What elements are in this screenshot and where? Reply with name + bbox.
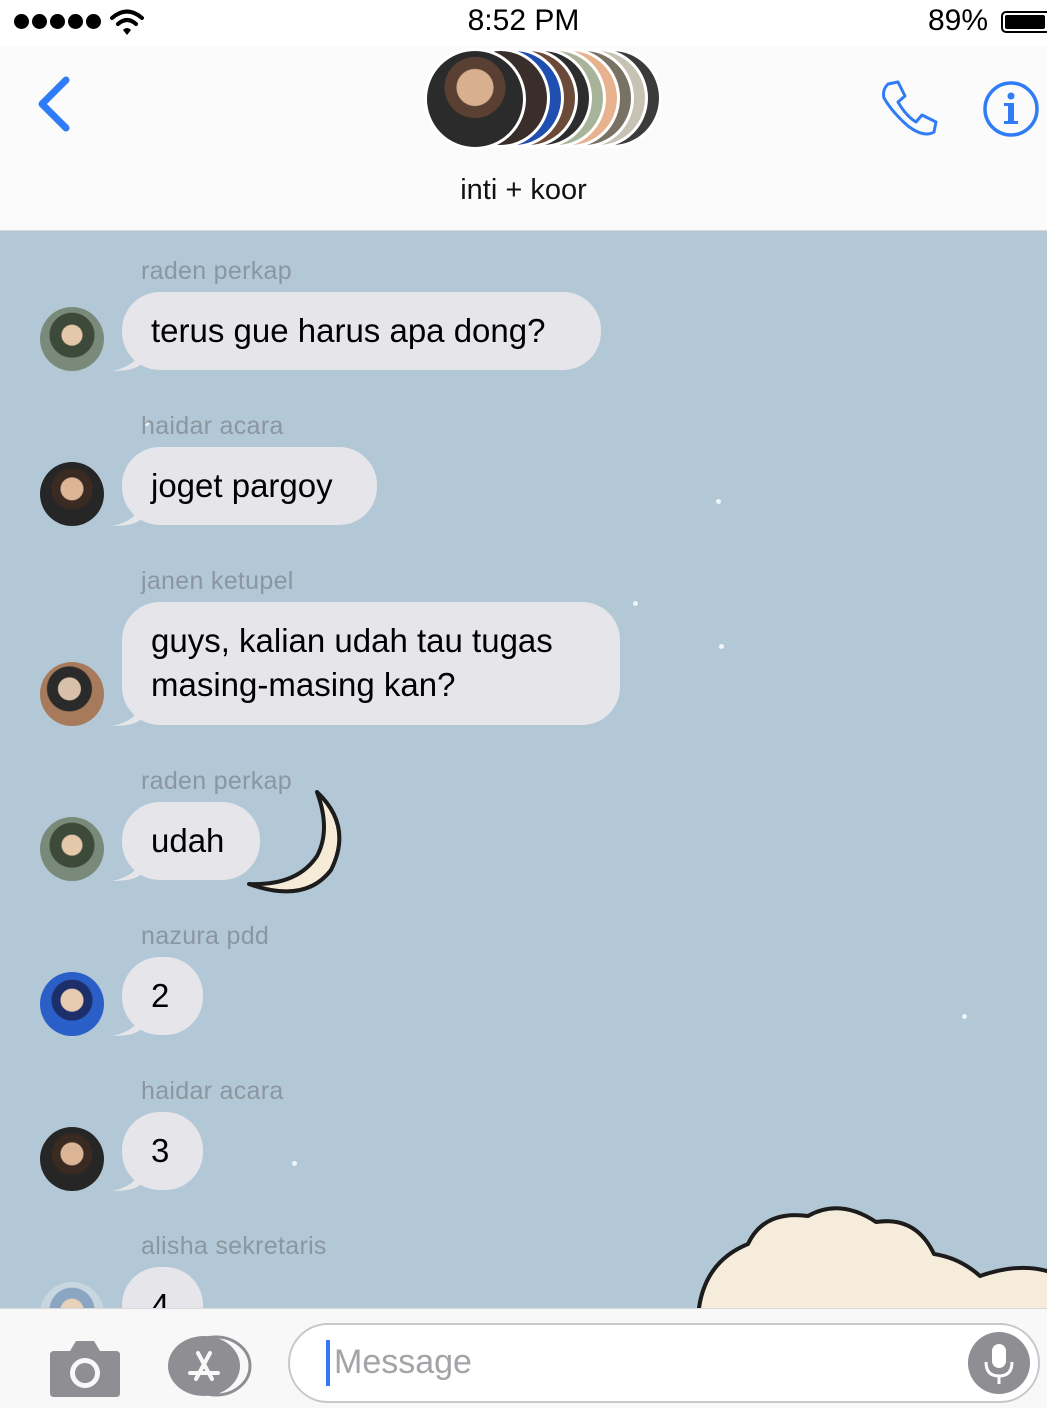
message-bubble[interactable]: joget pargoy bbox=[122, 447, 377, 525]
avatar[interactable] bbox=[40, 1282, 104, 1308]
clock: 8:52 PM bbox=[467, 4, 580, 37]
avatar bbox=[424, 48, 526, 150]
sender-name: haidar acara bbox=[141, 1077, 284, 1105]
message-bubble[interactable]: 4 bbox=[122, 1267, 203, 1308]
text-caret bbox=[326, 1340, 330, 1386]
sender-name: alisha sekretaris bbox=[141, 1232, 327, 1260]
cloud-illustration bbox=[697, 1206, 1047, 1308]
message-thread[interactable]: raden perkap terus gue harus apa dong? h… bbox=[0, 231, 1047, 1308]
battery-icon bbox=[1001, 11, 1047, 33]
status-bar: 8:52 PM 89% bbox=[0, 0, 1047, 46]
wallpaper-star bbox=[716, 499, 721, 504]
battery-percentage: 89% bbox=[928, 4, 989, 37]
message-bubble[interactable]: 2 bbox=[122, 957, 203, 1035]
avatar[interactable] bbox=[40, 462, 104, 526]
compose-bar: Message bbox=[0, 1308, 1047, 1408]
sender-name: nazura pdd bbox=[141, 922, 270, 950]
wallpaper-star bbox=[962, 1014, 967, 1019]
app-store-icon[interactable] bbox=[166, 1335, 252, 1397]
sender-name: raden perkap bbox=[141, 257, 292, 285]
message-bubble[interactable]: terus gue harus apa dong? bbox=[122, 292, 601, 370]
avatar[interactable] bbox=[40, 972, 104, 1036]
chevron-left-icon[interactable] bbox=[30, 74, 80, 134]
phone-icon[interactable] bbox=[878, 78, 940, 140]
message-bubble[interactable]: guys, kalian udah tau tugas masing-masin… bbox=[122, 602, 620, 725]
sender-name: haidar acara bbox=[141, 412, 284, 440]
avatar[interactable] bbox=[40, 662, 104, 726]
avatar[interactable] bbox=[40, 1127, 104, 1191]
message-bubble[interactable]: 3 bbox=[122, 1112, 203, 1190]
avatar[interactable] bbox=[40, 817, 104, 881]
info-icon[interactable] bbox=[982, 80, 1040, 138]
message-input[interactable]: Message bbox=[288, 1323, 1040, 1403]
sender-name: janen ketupel bbox=[141, 567, 294, 595]
microphone-icon[interactable] bbox=[968, 1332, 1030, 1394]
wallpaper-star bbox=[719, 644, 724, 649]
sender-name: raden perkap bbox=[141, 767, 292, 795]
group-avatar-stack[interactable] bbox=[424, 48, 664, 150]
avatar[interactable] bbox=[40, 307, 104, 371]
group-title[interactable]: inti + koor bbox=[0, 174, 1047, 207]
message-bubble[interactable]: udah bbox=[122, 802, 260, 880]
message-placeholder: Message bbox=[334, 1343, 472, 1381]
wallpaper-star bbox=[633, 601, 638, 606]
conversation-header: inti + koor bbox=[0, 46, 1047, 231]
wallpaper-star bbox=[292, 1161, 297, 1166]
camera-icon[interactable] bbox=[50, 1337, 120, 1397]
